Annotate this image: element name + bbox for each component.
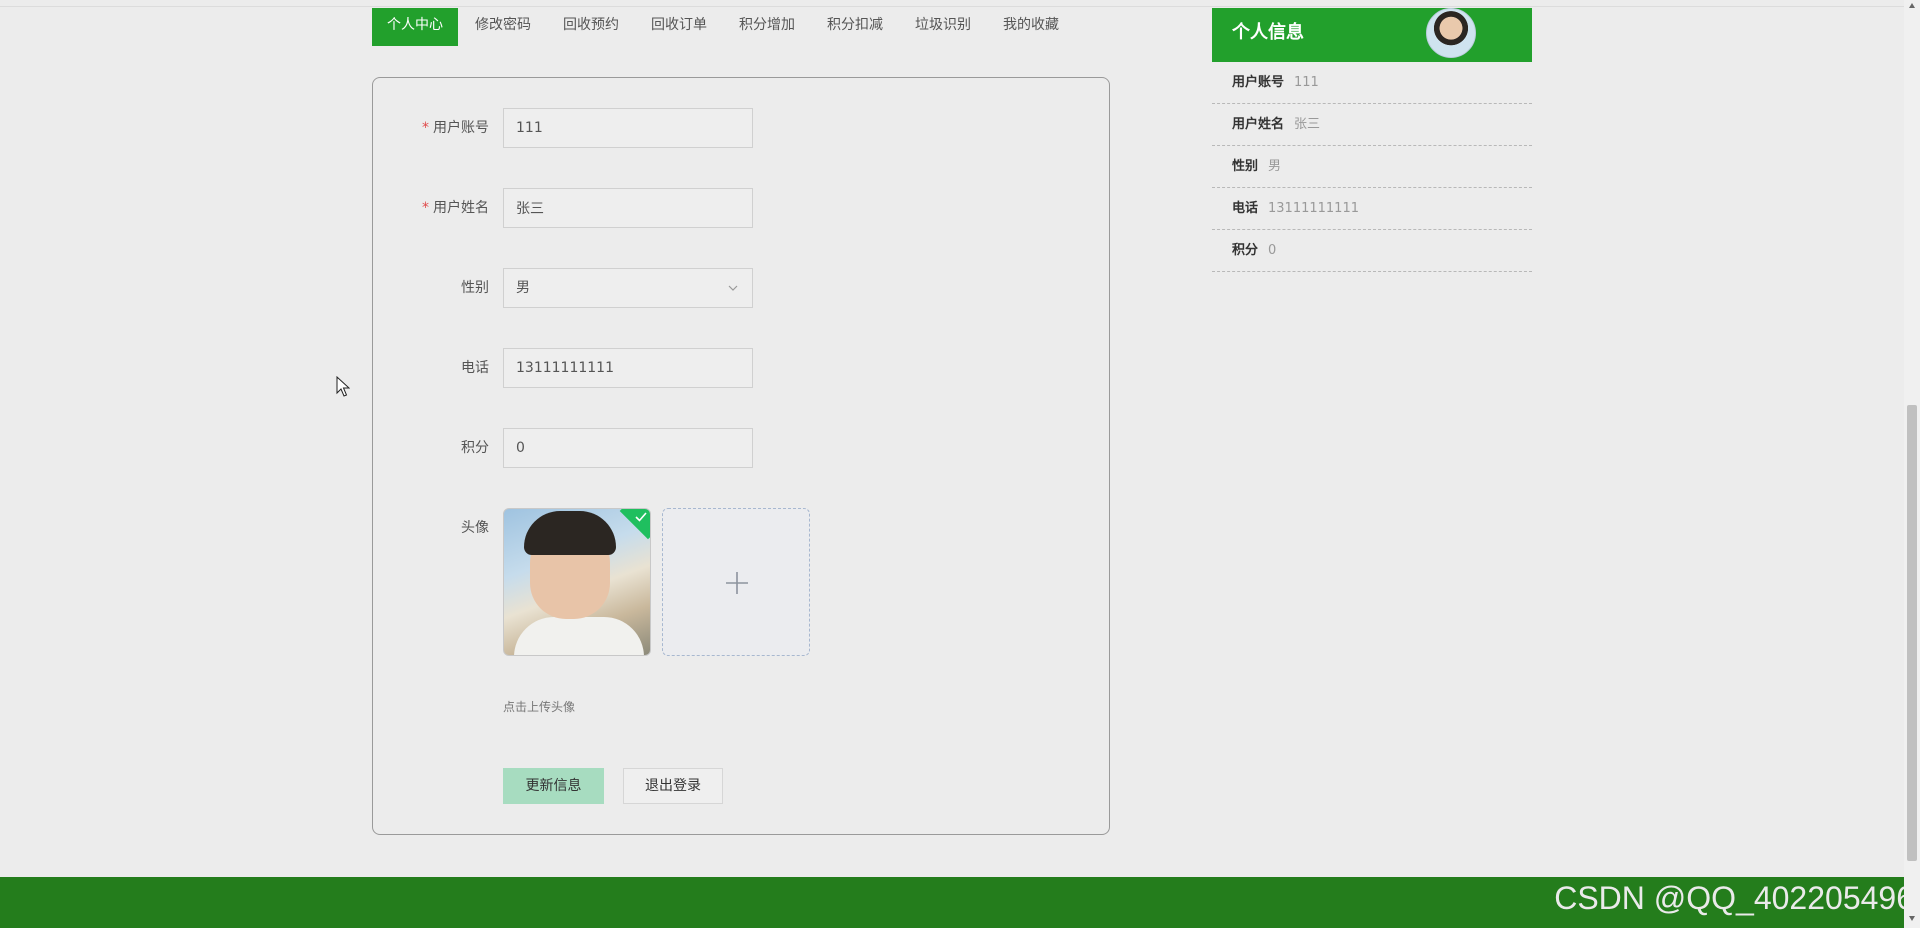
info-label: 积分: [1232, 243, 1259, 258]
name-label: * 用户姓名: [422, 200, 489, 216]
avatar-hair: [524, 511, 616, 555]
info-label: 性别: [1232, 159, 1259, 174]
page-scrollbar[interactable]: [1904, 0, 1920, 928]
avatar-thumbnail[interactable]: [503, 508, 651, 656]
info-value: 0: [1268, 243, 1277, 258]
name-input[interactable]: [503, 188, 753, 228]
info-value: 13111111111: [1268, 201, 1359, 216]
form-row-phone: 电话: [373, 348, 1109, 388]
info-label: 用户账号: [1232, 75, 1285, 90]
gender-label: 性别: [461, 280, 489, 296]
form-row-avatar: 头像: [373, 508, 1109, 658]
scroll-up-arrow-icon[interactable]: [1908, 2, 1916, 10]
check-icon: [635, 512, 647, 522]
tab-change-password[interactable]: 修改密码: [460, 8, 546, 46]
gender-select[interactable]: 男: [503, 268, 753, 308]
tab-garbage-recognition[interactable]: 垃圾识别: [900, 8, 986, 46]
profile-form: *用户账号 *用户姓名 性别 男 电话 积分 头像: [372, 77, 1110, 835]
info-row-points: 积分 0: [1212, 230, 1532, 272]
upload-hint: 点击上传头像: [503, 700, 576, 714]
phone-label: 电话: [461, 360, 489, 376]
avatar-label: 头像: [461, 520, 489, 536]
plus-icon: [726, 572, 748, 594]
tab-recycle-orders[interactable]: 回收订单: [636, 8, 722, 46]
required-mark: *: [422, 120, 429, 136]
info-card-header: 个人信息: [1212, 8, 1532, 62]
required-mark: *: [422, 200, 429, 216]
avatar-shirt: [514, 617, 644, 655]
nav-tabs: 个人中心 修改密码 回收预约 回收订单 积分增加 积分扣减 垃圾识别 我的收藏: [372, 8, 1076, 46]
phone-input[interactable]: [503, 348, 753, 388]
watermark: CSDN @QQ_402205496: [1554, 880, 1914, 916]
tab-points-deduct[interactable]: 积分扣减: [812, 8, 898, 46]
scroll-down-arrow-icon[interactable]: [1908, 914, 1916, 922]
points-label: 积分: [461, 440, 489, 456]
info-row-gender: 性别男: [1212, 146, 1532, 188]
info-row-account: 用户账号 111: [1212, 62, 1532, 104]
tab-points-increase[interactable]: 积分增加: [724, 8, 810, 46]
info-card-title: 个人信息: [1232, 22, 1304, 43]
info-value: 男: [1268, 159, 1282, 174]
chevron-down-icon: [728, 285, 738, 291]
info-value: 张三: [1294, 117, 1321, 132]
tab-personal-center[interactable]: 个人中心: [372, 8, 458, 46]
scrollbar-thumb[interactable]: [1907, 405, 1917, 861]
info-label: 用户姓名: [1232, 117, 1285, 132]
form-row-points: 积分: [373, 428, 1109, 468]
logout-button[interactable]: 退出登录: [623, 768, 723, 804]
form-row-gender: 性别 男: [373, 268, 1109, 308]
form-row-name: * 用户姓名: [373, 188, 1109, 228]
info-label: 电话: [1232, 201, 1259, 216]
info-value: 111: [1294, 75, 1319, 90]
top-divider: [0, 6, 1904, 7]
info-row-phone: 电话 13111111111: [1212, 188, 1532, 230]
cursor-icon: [336, 376, 350, 397]
page: 个人中心 修改密码 回收预约 回收订单 积分增加 积分扣减 垃圾识别 我的收藏 …: [0, 0, 1920, 928]
update-info-button[interactable]: 更新信息: [503, 768, 604, 804]
account-label: * 用户账号: [422, 120, 489, 136]
points-input[interactable]: [503, 428, 753, 468]
info-card-avatar: [1426, 8, 1476, 58]
personal-info-card: 个人信息 用户账号 111 用户姓名 张三 性别男 电话 13111111111 积分…: [1212, 8, 1532, 272]
avatar-upload-box[interactable]: [662, 508, 810, 656]
form-row-account: * 用户账号: [373, 108, 1109, 148]
account-input[interactable]: [503, 108, 753, 148]
tab-recycle-appointment[interactable]: 回收预约: [548, 8, 634, 46]
tab-my-favorites[interactable]: 我的收藏: [988, 8, 1074, 46]
gender-selected-value: 男: [516, 280, 530, 296]
info-row-name: 用户姓名 张三: [1212, 104, 1532, 146]
